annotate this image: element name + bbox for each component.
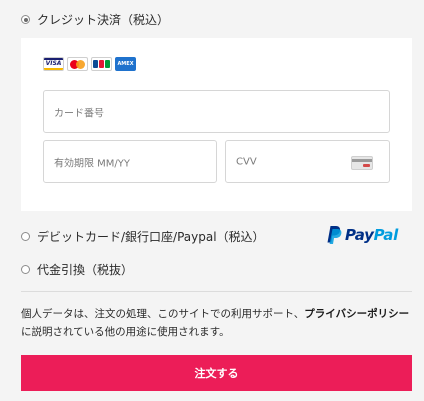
card-form-panel: VISA AMEX カード番号 有効期限 MM/YY CVV <box>21 38 412 211</box>
paypal-logo: PayPal <box>326 224 398 246</box>
privacy-line-2: に説明されている他の用途に使用されます。 <box>21 326 230 338</box>
card-number-placeholder: カード番号 <box>54 108 104 119</box>
privacy-policy-link[interactable]: プライバシーポリシー <box>304 308 409 320</box>
debit-label: デビットカード/銀行口座/Paypal（税込） <box>37 230 265 244</box>
payment-option-credit[interactable]: クレジット決済（税込） <box>21 11 169 28</box>
paypal-wordmark: PayPal <box>345 226 398 244</box>
cod-label: 代金引換（税抜） <box>37 263 134 277</box>
payment-option-cod[interactable]: 代金引換（税抜） <box>21 261 133 278</box>
debit-radio[interactable] <box>21 232 30 241</box>
mastercard-icon <box>67 57 88 71</box>
divider <box>21 291 412 292</box>
cvv-field[interactable]: CVV <box>225 140 390 183</box>
payment-option-debit[interactable]: デビットカード/銀行口座/Paypal（税込） <box>21 228 265 245</box>
expiry-placeholder: 有効期限 MM/YY <box>54 158 131 169</box>
card-back-icon <box>351 156 373 170</box>
privacy-notice: 個人データは、注文の処理、このサイトでの利用サポート、プライバシーポリシー に説… <box>21 305 414 341</box>
cod-radio[interactable] <box>21 265 30 274</box>
credit-label: クレジット決済（税込） <box>37 13 170 27</box>
cvv-placeholder: CVV <box>236 156 257 167</box>
paypal-icon <box>327 226 342 244</box>
card-brands: VISA AMEX <box>43 57 136 71</box>
jcb-icon <box>91 57 112 71</box>
place-order-button[interactable]: 注文する <box>21 355 412 391</box>
expiry-field[interactable]: 有効期限 MM/YY <box>43 140 217 183</box>
visa-icon: VISA <box>43 57 64 71</box>
card-number-field[interactable]: カード番号 <box>43 90 390 133</box>
amex-icon: AMEX <box>115 57 136 71</box>
credit-radio[interactable] <box>21 15 30 24</box>
privacy-line-1: 個人データは、注文の処理、このサイトでの利用サポート、プライバシーポリシー <box>21 308 410 320</box>
